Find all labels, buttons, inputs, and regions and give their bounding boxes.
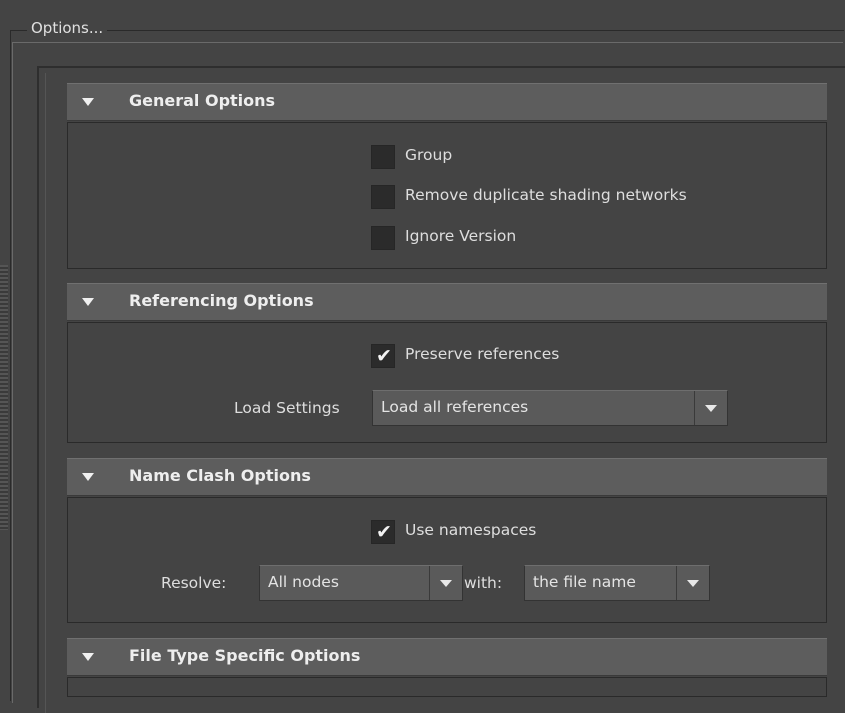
preserve-references-label: Preserve references: [405, 345, 560, 363]
panel-highlight-line: [45, 73, 46, 713]
use-namespaces-label: Use namespaces: [405, 521, 537, 539]
resolve-dropdown[interactable]: All nodes: [259, 565, 463, 601]
general-options-title: General Options: [129, 91, 276, 110]
remove-duplicate-shading-label: Remove duplicate shading networks: [405, 186, 687, 204]
remove-duplicate-shading-checkbox[interactable]: [371, 185, 395, 209]
with-value: the file name: [533, 573, 636, 591]
resolve-label: Resolve:: [161, 574, 227, 592]
referencing-options-title: Referencing Options: [129, 291, 314, 310]
referencing-options-body: ✔ Preserve references Load Settings Load…: [67, 322, 827, 443]
load-settings-value: Load all references: [381, 398, 529, 416]
with-dropdown-button[interactable]: [676, 566, 709, 600]
triangle-down-icon[interactable]: [82, 298, 94, 306]
preserve-references-checkbox[interactable]: ✔: [371, 344, 395, 368]
resolve-dropdown-button[interactable]: [429, 566, 462, 600]
file-type-specific-options-header[interactable]: File Type Specific Options: [67, 638, 827, 676]
name-clash-options-title: Name Clash Options: [129, 466, 311, 485]
options-frame-legend: Options...: [27, 19, 108, 37]
resolve-value: All nodes: [268, 573, 339, 591]
scroll-grip[interactable]: [0, 265, 8, 530]
load-settings-dropdown-button[interactable]: [694, 391, 727, 425]
checkmark-icon: ✔: [376, 345, 392, 367]
name-clash-options-body: ✔ Use namespaces Resolve: All nodes with…: [67, 497, 827, 623]
triangle-down-icon[interactable]: [82, 653, 94, 661]
file-type-specific-options-body: [67, 677, 827, 697]
name-clash-options-header[interactable]: Name Clash Options: [67, 458, 827, 496]
file-type-specific-options-title: File Type Specific Options: [129, 646, 361, 665]
load-settings-dropdown[interactable]: Load all references: [372, 390, 728, 426]
chevron-down-icon: [440, 580, 452, 587]
referencing-options-header[interactable]: Referencing Options: [67, 283, 827, 321]
group-checkbox[interactable]: [371, 145, 395, 169]
use-namespaces-checkbox[interactable]: ✔: [371, 520, 395, 544]
with-label: with:: [464, 574, 503, 592]
load-settings-label: Load Settings: [234, 399, 340, 417]
triangle-down-icon[interactable]: [82, 473, 94, 481]
with-dropdown[interactable]: the file name: [524, 565, 710, 601]
general-options-body: Group Remove duplicate shading networks …: [67, 122, 827, 269]
general-options-header[interactable]: General Options: [67, 83, 827, 121]
ignore-version-label: Ignore Version: [405, 227, 517, 245]
group-label: Group: [405, 146, 453, 164]
checkmark-icon: ✔: [376, 521, 392, 543]
chevron-down-icon: [705, 405, 717, 412]
triangle-down-icon[interactable]: [82, 98, 94, 106]
ignore-version-checkbox[interactable]: [371, 226, 395, 250]
chevron-down-icon: [687, 580, 699, 587]
